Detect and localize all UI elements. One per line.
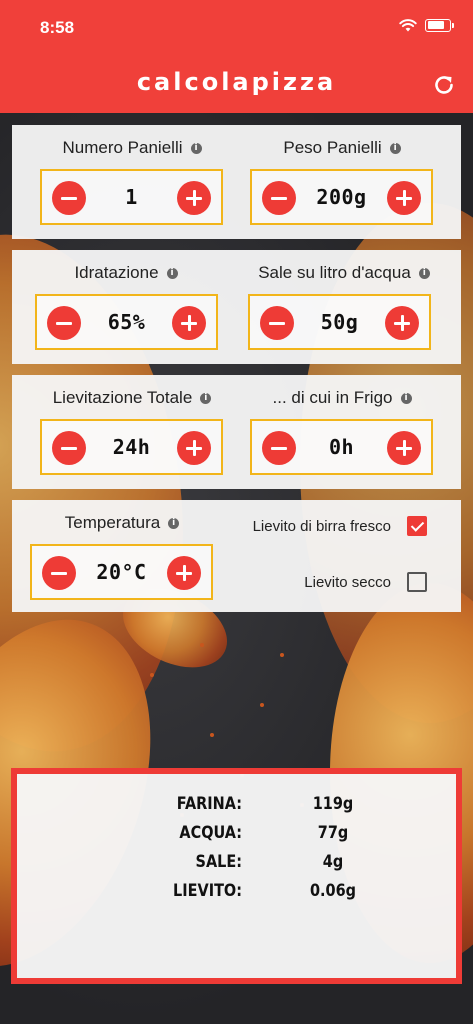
sale-stepper: 50g xyxy=(248,294,431,350)
field-frigo: ... di cui in Frigo i 0h xyxy=(242,387,442,487)
idratazione-decrement-button[interactable] xyxy=(47,306,81,340)
idratazione-label: Idratazione xyxy=(74,263,159,282)
field-numero-panielli: Numero Panielli i 1 xyxy=(32,137,232,237)
lievito-fresco-checkbox[interactable] xyxy=(407,516,427,536)
result-row: SALE: 4g xyxy=(17,852,456,882)
result-key: LIEVITO: xyxy=(173,881,242,901)
frigo-increment-button[interactable] xyxy=(387,431,421,465)
sale-increment-button[interactable] xyxy=(385,306,419,340)
temperatura-label: Temperatura xyxy=(64,513,161,532)
field-temperatura: Temperatura i 20°C xyxy=(22,512,222,612)
numero-panielli-label: Numero Panielli xyxy=(62,138,183,157)
frigo-stepper: 0h xyxy=(250,419,433,475)
lievitazione-label: Lievitazione Totale xyxy=(52,388,193,407)
results-panel: FARINA: 119g ACQUA: 77g SALE: 4g LIEVITO… xyxy=(11,768,462,984)
info-icon[interactable]: i xyxy=(400,392,412,404)
status-bar: 8:58 xyxy=(0,0,473,58)
peso-panielli-decrement-button[interactable] xyxy=(262,181,296,215)
result-key: SALE: xyxy=(195,852,242,872)
field-lievitazione: Lievitazione Totale i 24h xyxy=(32,387,232,487)
info-icon[interactable]: i xyxy=(389,142,401,154)
card-temperatura-lievito: Temperatura i 20°C Lievito di birra fres… xyxy=(12,500,461,612)
lievitazione-increment-button[interactable] xyxy=(177,431,211,465)
field-idratazione: Idratazione i 65% xyxy=(26,262,226,362)
result-row: LIEVITO: 0.06g xyxy=(17,881,456,911)
result-value: 0.06g xyxy=(309,881,357,901)
temperatura-decrement-button[interactable] xyxy=(42,556,76,590)
result-row: ACQUA: 77g xyxy=(17,823,456,853)
card-panielli: Numero Panielli i 1 Peso Panielli i 200g xyxy=(12,125,461,239)
peso-panielli-label: Peso Panielli xyxy=(283,138,382,157)
numero-panielli-stepper: 1 xyxy=(40,169,223,225)
app-bar: calcolapizza xyxy=(0,58,473,114)
numero-panielli-decrement-button[interactable] xyxy=(52,181,86,215)
idratazione-stepper: 65% xyxy=(35,294,218,350)
result-row: FARINA: 119g xyxy=(17,794,456,824)
sale-decrement-button[interactable] xyxy=(260,306,294,340)
info-icon[interactable]: i xyxy=(168,517,180,529)
peso-panielli-stepper: 200g xyxy=(250,169,433,225)
status-icons xyxy=(399,18,454,32)
temperatura-value: 20°C xyxy=(96,560,147,584)
result-key: ACQUA: xyxy=(179,823,242,843)
lievito-fresco-option[interactable]: Lievito di birra fresco xyxy=(253,516,427,536)
frigo-value: 0h xyxy=(328,435,355,459)
lievito-fresco-label: Lievito di birra fresco xyxy=(252,517,391,535)
result-key: FARINA: xyxy=(176,794,242,814)
lievitazione-decrement-button[interactable] xyxy=(52,431,86,465)
lievito-secco-option[interactable]: Lievito secco xyxy=(304,572,427,592)
app-title: calcolapizza xyxy=(136,68,337,96)
card-idratazione-sale: Idratazione i 65% Sale su litro d'acqua … xyxy=(12,250,461,364)
card-lievitazione: Lievitazione Totale i 24h ... di cui in … xyxy=(12,375,461,489)
info-icon[interactable]: i xyxy=(418,267,430,279)
temperatura-increment-button[interactable] xyxy=(167,556,201,590)
numero-panielli-increment-button[interactable] xyxy=(177,181,211,215)
sale-value: 50g xyxy=(320,310,359,334)
lievito-secco-checkbox[interactable] xyxy=(407,572,427,592)
battery-icon xyxy=(425,18,454,32)
result-value: 77g xyxy=(317,823,349,843)
frigo-decrement-button[interactable] xyxy=(262,431,296,465)
refresh-icon[interactable] xyxy=(431,72,457,98)
frigo-label: ... di cui in Frigo xyxy=(272,388,393,407)
idratazione-increment-button[interactable] xyxy=(172,306,206,340)
info-icon[interactable]: i xyxy=(190,142,202,154)
info-icon[interactable]: i xyxy=(166,267,178,279)
field-sale: Sale su litro d'acqua i 50g xyxy=(234,262,454,362)
field-peso-panielli: Peso Panielli i 200g xyxy=(242,137,442,237)
lievito-secco-label: Lievito secco xyxy=(304,573,391,591)
peso-panielli-value: 200g xyxy=(316,185,367,209)
result-value: 4g xyxy=(322,852,344,872)
numero-panielli-value: 1 xyxy=(125,185,138,209)
temperatura-stepper: 20°C xyxy=(30,544,213,600)
status-time: 8:58 xyxy=(40,18,75,37)
result-value: 119g xyxy=(312,794,354,814)
lievitazione-stepper: 24h xyxy=(40,419,223,475)
info-icon[interactable]: i xyxy=(200,392,212,404)
idratazione-value: 65% xyxy=(107,310,146,334)
sale-label: Sale su litro d'acqua xyxy=(258,263,411,282)
lievitazione-value: 24h xyxy=(112,435,151,459)
peso-panielli-increment-button[interactable] xyxy=(387,181,421,215)
wifi-icon xyxy=(399,19,417,32)
